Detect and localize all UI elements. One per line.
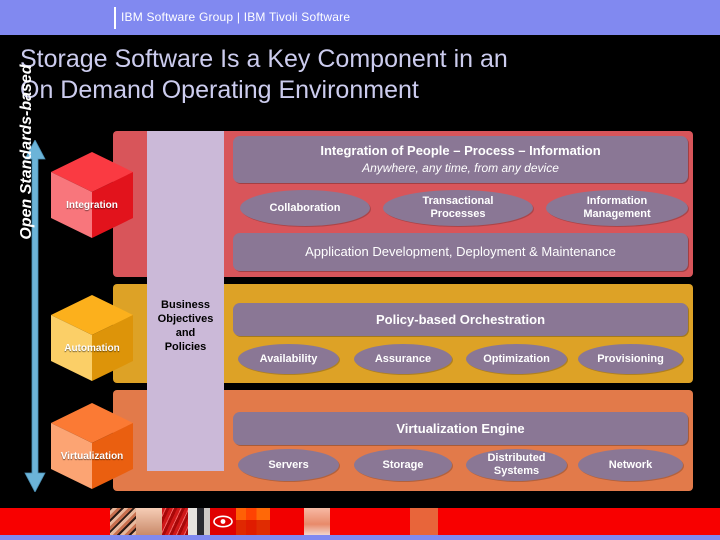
integration-cube: Integration (45, 148, 139, 242)
pill-availability[interactable]: Availability (238, 344, 339, 374)
diagonal-stripes-thumb (110, 508, 136, 535)
integration-headline: Integration of People – Process – Inform… (320, 143, 601, 158)
header-divider-rule (114, 7, 116, 29)
pill-information-management[interactable]: Information Management (546, 190, 688, 226)
pill-collaboration[interactable]: Collaboration (240, 190, 370, 226)
integration-subhead: Anywhere, any time, from any device (362, 161, 559, 175)
footer-blue-strip (0, 535, 720, 540)
open-standards-label: Open Standards-based (18, 64, 35, 240)
virtualization-cube: Virtualization (45, 399, 139, 493)
integration-headline-bar: Integration of People – Process – Inform… (233, 136, 688, 183)
eye-thumb (210, 508, 236, 535)
red-tail-thumb (438, 508, 578, 535)
header-eyebrow-text: IBM Software Group | IBM Tivoli Software (121, 10, 351, 24)
policy-orchestration-bar: Policy-based Orchestration (233, 303, 688, 336)
business-objectives-label: Business Objectives and Policies (157, 299, 214, 353)
pill-optimization[interactable]: Optimization (466, 344, 567, 374)
orange-block-thumb (410, 508, 438, 535)
pill-servers[interactable]: Servers (238, 449, 339, 481)
pill-provisioning[interactable]: Provisioning (578, 344, 683, 374)
application-development-bar: Application Development, Deployment & Ma… (233, 233, 688, 271)
solid-red-thumb (270, 508, 304, 535)
page-title: Storage Software Is a Key Component in a… (20, 45, 508, 104)
person-walking-thumb (188, 508, 210, 535)
virtualization-engine-bar: Virtualization Engine (233, 412, 688, 445)
pill-storage[interactable]: Storage (354, 449, 452, 481)
red-speckle-thumb (162, 508, 188, 535)
pale-pink-thumb (304, 508, 330, 535)
pill-assurance[interactable]: Assurance (354, 344, 452, 374)
gradient-peach-thumb (136, 508, 162, 535)
automation-cube: Automation (45, 291, 139, 385)
pill-transactional-processes[interactable]: Transactional Processes (383, 190, 533, 226)
pill-distributed-systems[interactable]: Distributed Systems (466, 449, 567, 481)
red-block-thumb (330, 508, 410, 535)
header-band: IBM Software Group | IBM Tivoli Software (0, 0, 720, 35)
amber-blocks-thumb (236, 508, 270, 535)
eye-icon (213, 515, 233, 528)
pill-network[interactable]: Network (578, 449, 683, 481)
footer-thumbnail-strip (110, 508, 578, 535)
